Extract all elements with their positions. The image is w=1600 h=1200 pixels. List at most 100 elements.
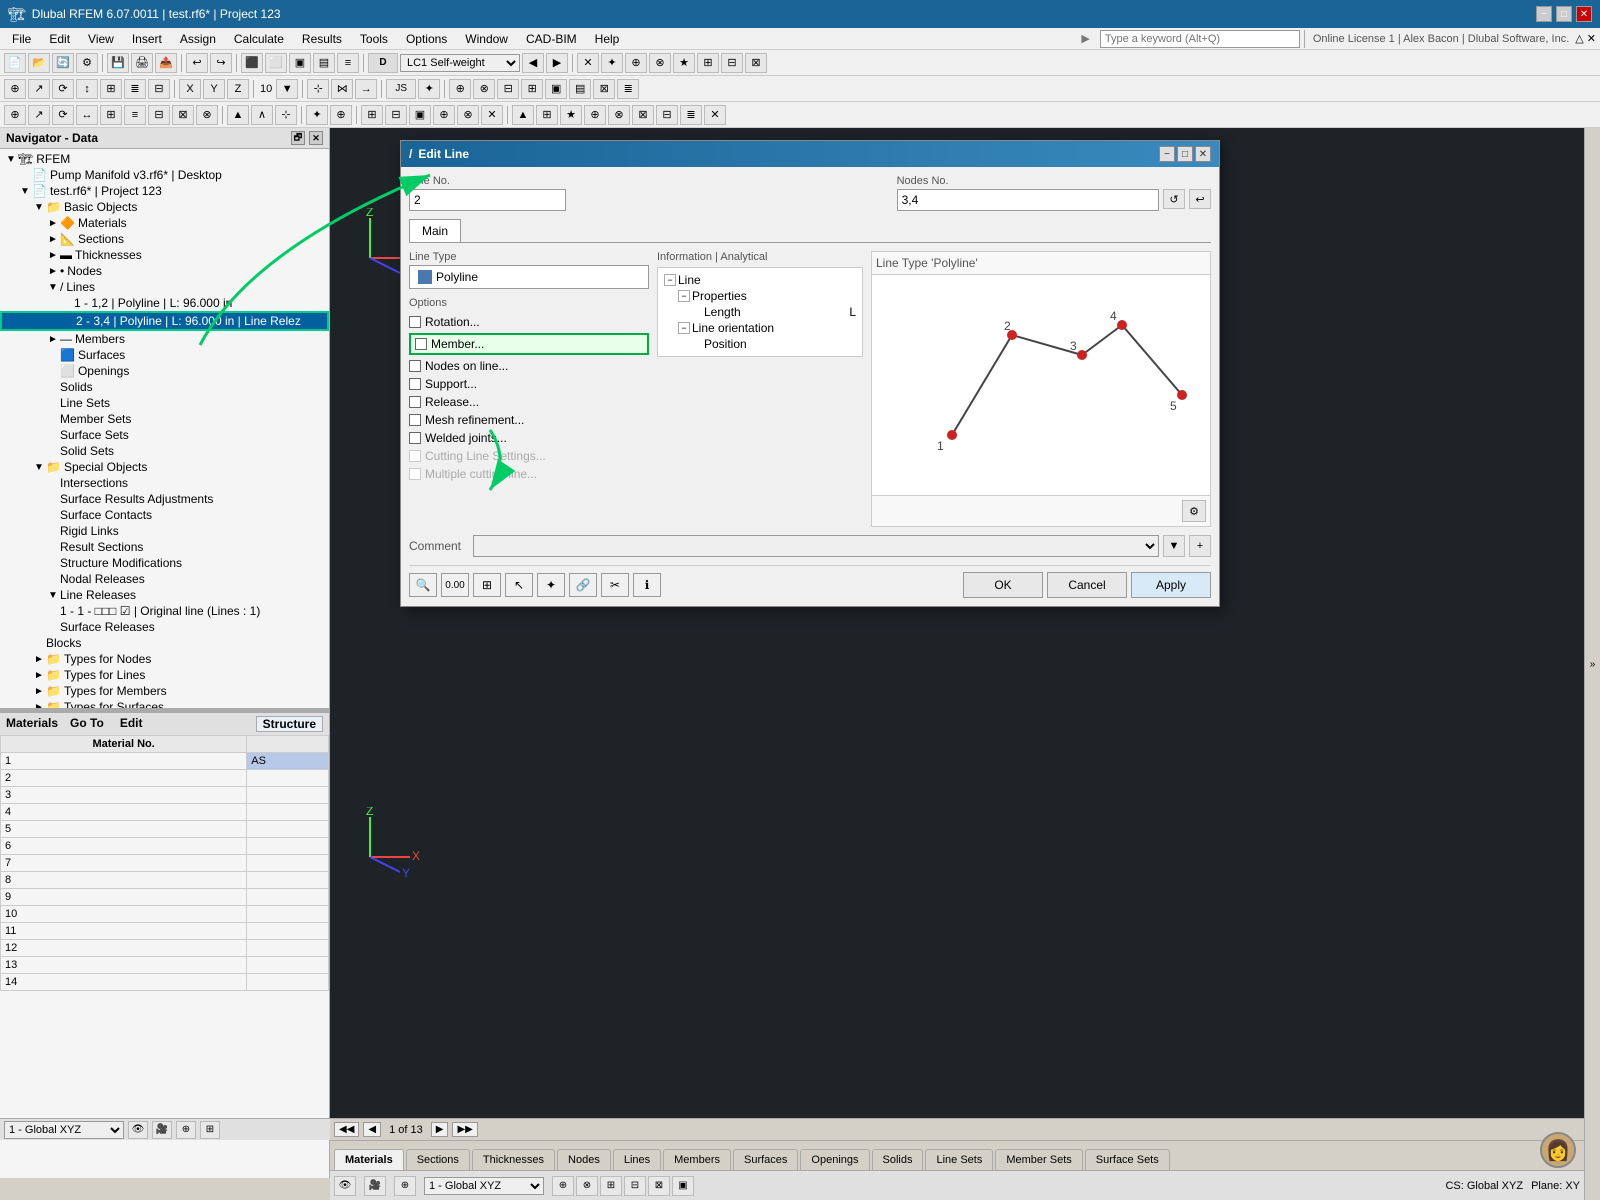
mat-row-7[interactable]: 7	[1, 855, 329, 872]
t3-j[interactable]: ▲	[227, 105, 249, 125]
weld-checkbox[interactable]	[409, 432, 421, 444]
option-member[interactable]: Member...	[409, 333, 649, 355]
tree-item-intersections[interactable]: Intersections	[0, 475, 329, 491]
cancel-button[interactable]: Cancel	[1047, 572, 1127, 598]
tool-i[interactable]: ⊠	[745, 53, 767, 73]
view-btn-2[interactable]: ⬜	[265, 53, 287, 73]
dlg-maximize[interactable]: □	[1177, 146, 1193, 162]
lp-b[interactable]: 🎥	[152, 1121, 172, 1139]
tree-item-linesets[interactable]: Line Sets	[0, 395, 329, 411]
action-info[interactable]: ℹ	[633, 573, 661, 597]
action-zero[interactable]: 0.00	[441, 573, 469, 597]
mat-row-4[interactable]: 4	[1, 804, 329, 821]
tree-item-types-members[interactable]: ► 📁 Types for Members	[0, 683, 329, 699]
member-checkbox[interactable]	[415, 338, 427, 350]
tn-toggle[interactable]: ►	[32, 654, 46, 665]
tree-item-nodalrel[interactable]: Nodal Releases	[0, 571, 329, 587]
mat-row-5[interactable]: 5	[1, 821, 329, 838]
lines-toggle[interactable]: ▼	[46, 282, 60, 293]
t2-x[interactable]: ≣	[617, 79, 639, 99]
tree-item-special[interactable]: ▼ 📁 Special Objects	[0, 459, 329, 475]
mat-row-2[interactable]: 2	[1, 770, 329, 787]
redo-btn[interactable]: ↪	[210, 53, 232, 73]
mat-toggle[interactable]: ►	[46, 218, 60, 229]
tab-openings[interactable]: Openings	[800, 1149, 869, 1170]
tree-item-sections[interactable]: ► 📐 Sections	[0, 231, 329, 247]
refresh-btn[interactable]: 🔄	[52, 53, 74, 73]
mat-row-10[interactable]: 10	[1, 906, 329, 923]
members-toggle[interactable]: ►	[46, 334, 60, 345]
undo-btn[interactable]: ↩	[186, 53, 208, 73]
t3-c[interactable]: ⟳	[52, 105, 74, 125]
t3-y[interactable]: ⊗	[608, 105, 630, 125]
view-btn-4[interactable]: ▤	[313, 53, 335, 73]
tab-sections[interactable]: Sections	[406, 1149, 470, 1170]
tree-item-thicknesses[interactable]: ► ▬ Thicknesses	[0, 247, 329, 263]
nav-restore-btn[interactable]: 🗗	[291, 131, 305, 145]
t3-aa[interactable]: ⊟	[656, 105, 678, 125]
collapse-right[interactable]: »	[1590, 659, 1596, 670]
tool-b[interactable]: ✕	[577, 53, 599, 73]
test-toggle[interactable]: ▼	[18, 186, 32, 197]
dlg-close[interactable]: ✕	[1195, 146, 1211, 162]
settings-btn[interactable]: ⚙	[76, 53, 98, 73]
mat-row-12[interactable]: 12	[1, 940, 329, 957]
mat-row-8[interactable]: 8	[1, 872, 329, 889]
t2-q[interactable]: ⊕	[449, 79, 471, 99]
menu-window[interactable]: Window	[457, 30, 516, 48]
t2-i[interactable]: Y	[203, 79, 225, 99]
tab-surfacesets[interactable]: Surface Sets	[1085, 1149, 1170, 1170]
t2-e[interactable]: ⊞	[100, 79, 122, 99]
t2-f[interactable]: ≣	[124, 79, 146, 99]
line-type-button[interactable]: Polyline	[409, 265, 649, 289]
search-input[interactable]	[1100, 30, 1300, 48]
tree-item-solids[interactable]: Solids	[0, 379, 329, 395]
t3-w[interactable]: ★	[560, 105, 582, 125]
option-release[interactable]: Release...	[409, 393, 649, 411]
mat-row-6[interactable]: 6	[1, 838, 329, 855]
nav-close-btn[interactable]: ✕	[309, 131, 323, 145]
menu-edit[interactable]: Edit	[41, 30, 78, 48]
tree-item-lr1[interactable]: 1 - 1 - □□□ ☑ | Original line (Lines : 1…	[0, 603, 329, 619]
next-page-btn[interactable]: ▶	[431, 1122, 449, 1137]
tab-members[interactable]: Members	[663, 1149, 731, 1170]
menu-view[interactable]: View	[80, 30, 122, 48]
tree-item-line1[interactable]: 1 - 1,2 | Polyline | L: 96.000 in	[0, 295, 329, 311]
t3-n[interactable]: ⊕	[330, 105, 352, 125]
tree-item-types-lines[interactable]: ► 📁 Types for Lines	[0, 667, 329, 683]
tree-item-rigidlinks[interactable]: Rigid Links	[0, 523, 329, 539]
sb-f[interactable]: ⊞	[600, 1176, 622, 1196]
mat-row-3[interactable]: 3	[1, 787, 329, 804]
t3-g[interactable]: ⊟	[148, 105, 170, 125]
menu-results[interactable]: Results	[294, 30, 350, 48]
new-btn[interactable]: 📄	[4, 53, 26, 73]
t2-n[interactable]: →	[355, 79, 377, 99]
t2-c[interactable]: ⟳	[52, 79, 74, 99]
tool-h[interactable]: ⊟	[721, 53, 743, 73]
tree-item-surfreleases[interactable]: Surface Releases	[0, 619, 329, 635]
tree-item-types-nodes[interactable]: ► 📁 Types for Nodes	[0, 651, 329, 667]
print-btn[interactable]: 🖨	[131, 53, 153, 73]
tm-toggle[interactable]: ►	[32, 686, 46, 697]
tree-item-resultsections[interactable]: Result Sections	[0, 539, 329, 555]
sp-toggle[interactable]: ▼	[32, 462, 46, 473]
sb-d[interactable]: ⊕	[552, 1176, 574, 1196]
t2-l[interactable]: ⊹	[307, 79, 329, 99]
tree-item-surfresults[interactable]: Surface Results Adjustments	[0, 491, 329, 507]
lp-a[interactable]: 👁	[128, 1121, 148, 1139]
structure-btn[interactable]: Structure	[256, 716, 323, 732]
graphic-settings-btn[interactable]: ⚙	[1182, 500, 1206, 522]
nol-checkbox[interactable]	[409, 360, 421, 372]
props-collapse[interactable]: −	[678, 290, 690, 302]
nodes-no-input[interactable]	[897, 189, 1159, 211]
lp-d[interactable]: ⊞	[200, 1121, 220, 1139]
t3-b[interactable]: ↗	[28, 105, 50, 125]
tool-c[interactable]: ✦	[601, 53, 623, 73]
sb-c[interactable]: ⊕	[394, 1176, 416, 1196]
option-welded[interactable]: Welded joints...	[409, 429, 649, 447]
orient-collapse[interactable]: −	[678, 322, 690, 334]
tree-item-basic[interactable]: ▼ 📁 Basic Objects	[0, 199, 329, 215]
close-btn[interactable]: ✕	[1576, 6, 1592, 22]
mat-row-1[interactable]: 1AS	[1, 753, 329, 770]
t2-v[interactable]: ▤	[569, 79, 591, 99]
